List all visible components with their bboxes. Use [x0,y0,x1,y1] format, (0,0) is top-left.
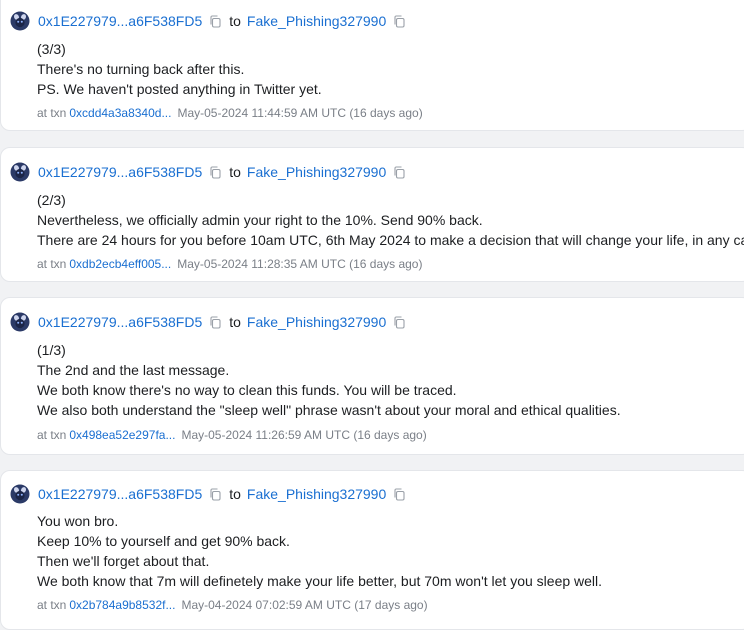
message-line: Keep 10% to yourself and get 90% back. [37,533,290,549]
sender-avatar-icon [10,162,30,182]
message-meta: at txn 0x2b784a9b8532f... May-04-2024 07:0… [37,597,428,613]
txn-label: at txn [37,428,67,442]
copy-icon[interactable] [209,487,221,501]
txn-hash-link[interactable]: 0x2b784a9b8532f... [69,598,175,612]
message-card: 0x1E227979...a6F538FD5 to Fake_Phishing3… [0,297,744,455]
message-line: We both know that 7m will definetely mak… [37,573,603,589]
message-body: (3/3) There's no turning back after this… [37,39,743,99]
txn-label: at txn [37,598,67,612]
sender-avatar-icon [10,484,30,504]
message-feed: 0x1E227979...a6F538FD5 to Fake_Phishing3… [0,0,744,630]
timestamp: May-04-2024 07:02:59 AM UTC (17 days ago… [181,598,428,612]
sender-address-link[interactable]: 0x1E227979...a6F538FD5 [38,484,202,504]
message-card: 0x1E227979...a6F538FD5 to Fake_Phishing3… [0,0,744,131]
to-label: to [229,314,241,330]
message-line: We also both understand the "sleep well"… [37,402,621,418]
copy-icon[interactable] [393,14,405,28]
copy-icon[interactable] [209,315,221,329]
to-label: to [229,486,241,502]
timestamp: May-05-2024 11:44:59 AM UTC (16 days ago… [177,106,423,120]
message-line: (2/3) [37,192,66,208]
recipient-address-link[interactable]: Fake_Phishing327990 [247,11,386,31]
message-line: (1/3) [37,342,66,358]
message-line: (3/3) [37,41,66,57]
message-body: You won bro. Keep 10% to yourself and ge… [37,511,743,591]
txn-label: at txn [37,106,67,120]
copy-icon[interactable] [393,165,405,179]
sender-address-link[interactable]: 0x1E227979...a6F538FD5 [38,11,202,31]
message-body: (1/3) The 2nd and the last message. We b… [37,340,743,420]
copy-icon[interactable] [209,14,221,28]
message-header: 0x1E227979...a6F538FD5 to Fake_Phishing3… [10,162,413,182]
sender-address-link[interactable]: 0x1E227979...a6F538FD5 [38,312,202,332]
message-line: We both know there's no way to clean thi… [37,382,457,398]
sender-address-link[interactable]: 0x1E227979...a6F538FD5 [38,162,202,182]
message-line: There are 24 hours for you before 10am U… [37,232,744,248]
sender-avatar-icon [10,312,30,332]
message-line: There's no turning back after this. [37,61,245,77]
message-header: 0x1E227979...a6F538FD5 to Fake_Phishing3… [10,484,413,504]
copy-icon[interactable] [393,487,405,501]
message-header: 0x1E227979...a6F538FD5 to Fake_Phishing3… [10,11,413,31]
txn-label: at txn [37,257,67,271]
message-meta: at txn 0xcdd4a3a8340d... May-05-2024 11:44… [37,105,423,121]
copy-icon[interactable] [209,165,221,179]
message-card: 0x1E227979...a6F538FD5 to Fake_Phishing3… [0,470,744,630]
sender-avatar-icon [10,11,30,31]
txn-hash-link[interactable]: 0x498ea52e297fa... [69,428,175,442]
copy-icon[interactable] [393,315,405,329]
txn-hash-link[interactable]: 0xcdd4a3a8340d... [69,106,171,120]
message-meta: at txn 0xdb2ecb4eff005... May-05-2024 11:2… [37,256,422,272]
to-label: to [229,13,241,29]
message-card: 0x1E227979...a6F538FD5 to Fake_Phishing3… [0,147,744,282]
message-line: Then we'll forget about that. [37,553,210,569]
to-label: to [229,164,241,180]
message-line: The 2nd and the last message. [37,362,230,378]
message-line: PS. We haven't posted anything in Twitte… [37,81,322,97]
message-body: (2/3) Nevertheless, we officially admin … [37,190,744,250]
txn-hash-link[interactable]: 0xdb2ecb4eff005... [69,257,171,271]
recipient-address-link[interactable]: Fake_Phishing327990 [247,484,386,504]
message-meta: at txn 0x498ea52e297fa... May-05-2024 11:2… [37,427,427,443]
recipient-address-link[interactable]: Fake_Phishing327990 [247,162,386,182]
recipient-address-link[interactable]: Fake_Phishing327990 [247,312,386,332]
message-header: 0x1E227979...a6F538FD5 to Fake_Phishing3… [10,312,413,332]
message-line: You won bro. [37,513,119,529]
timestamp: May-05-2024 11:26:59 AM UTC (16 days ago… [181,428,427,442]
timestamp: May-05-2024 11:28:35 AM UTC (16 days ago… [177,257,423,271]
message-line: Nevertheless, we officially admin your r… [37,212,483,228]
